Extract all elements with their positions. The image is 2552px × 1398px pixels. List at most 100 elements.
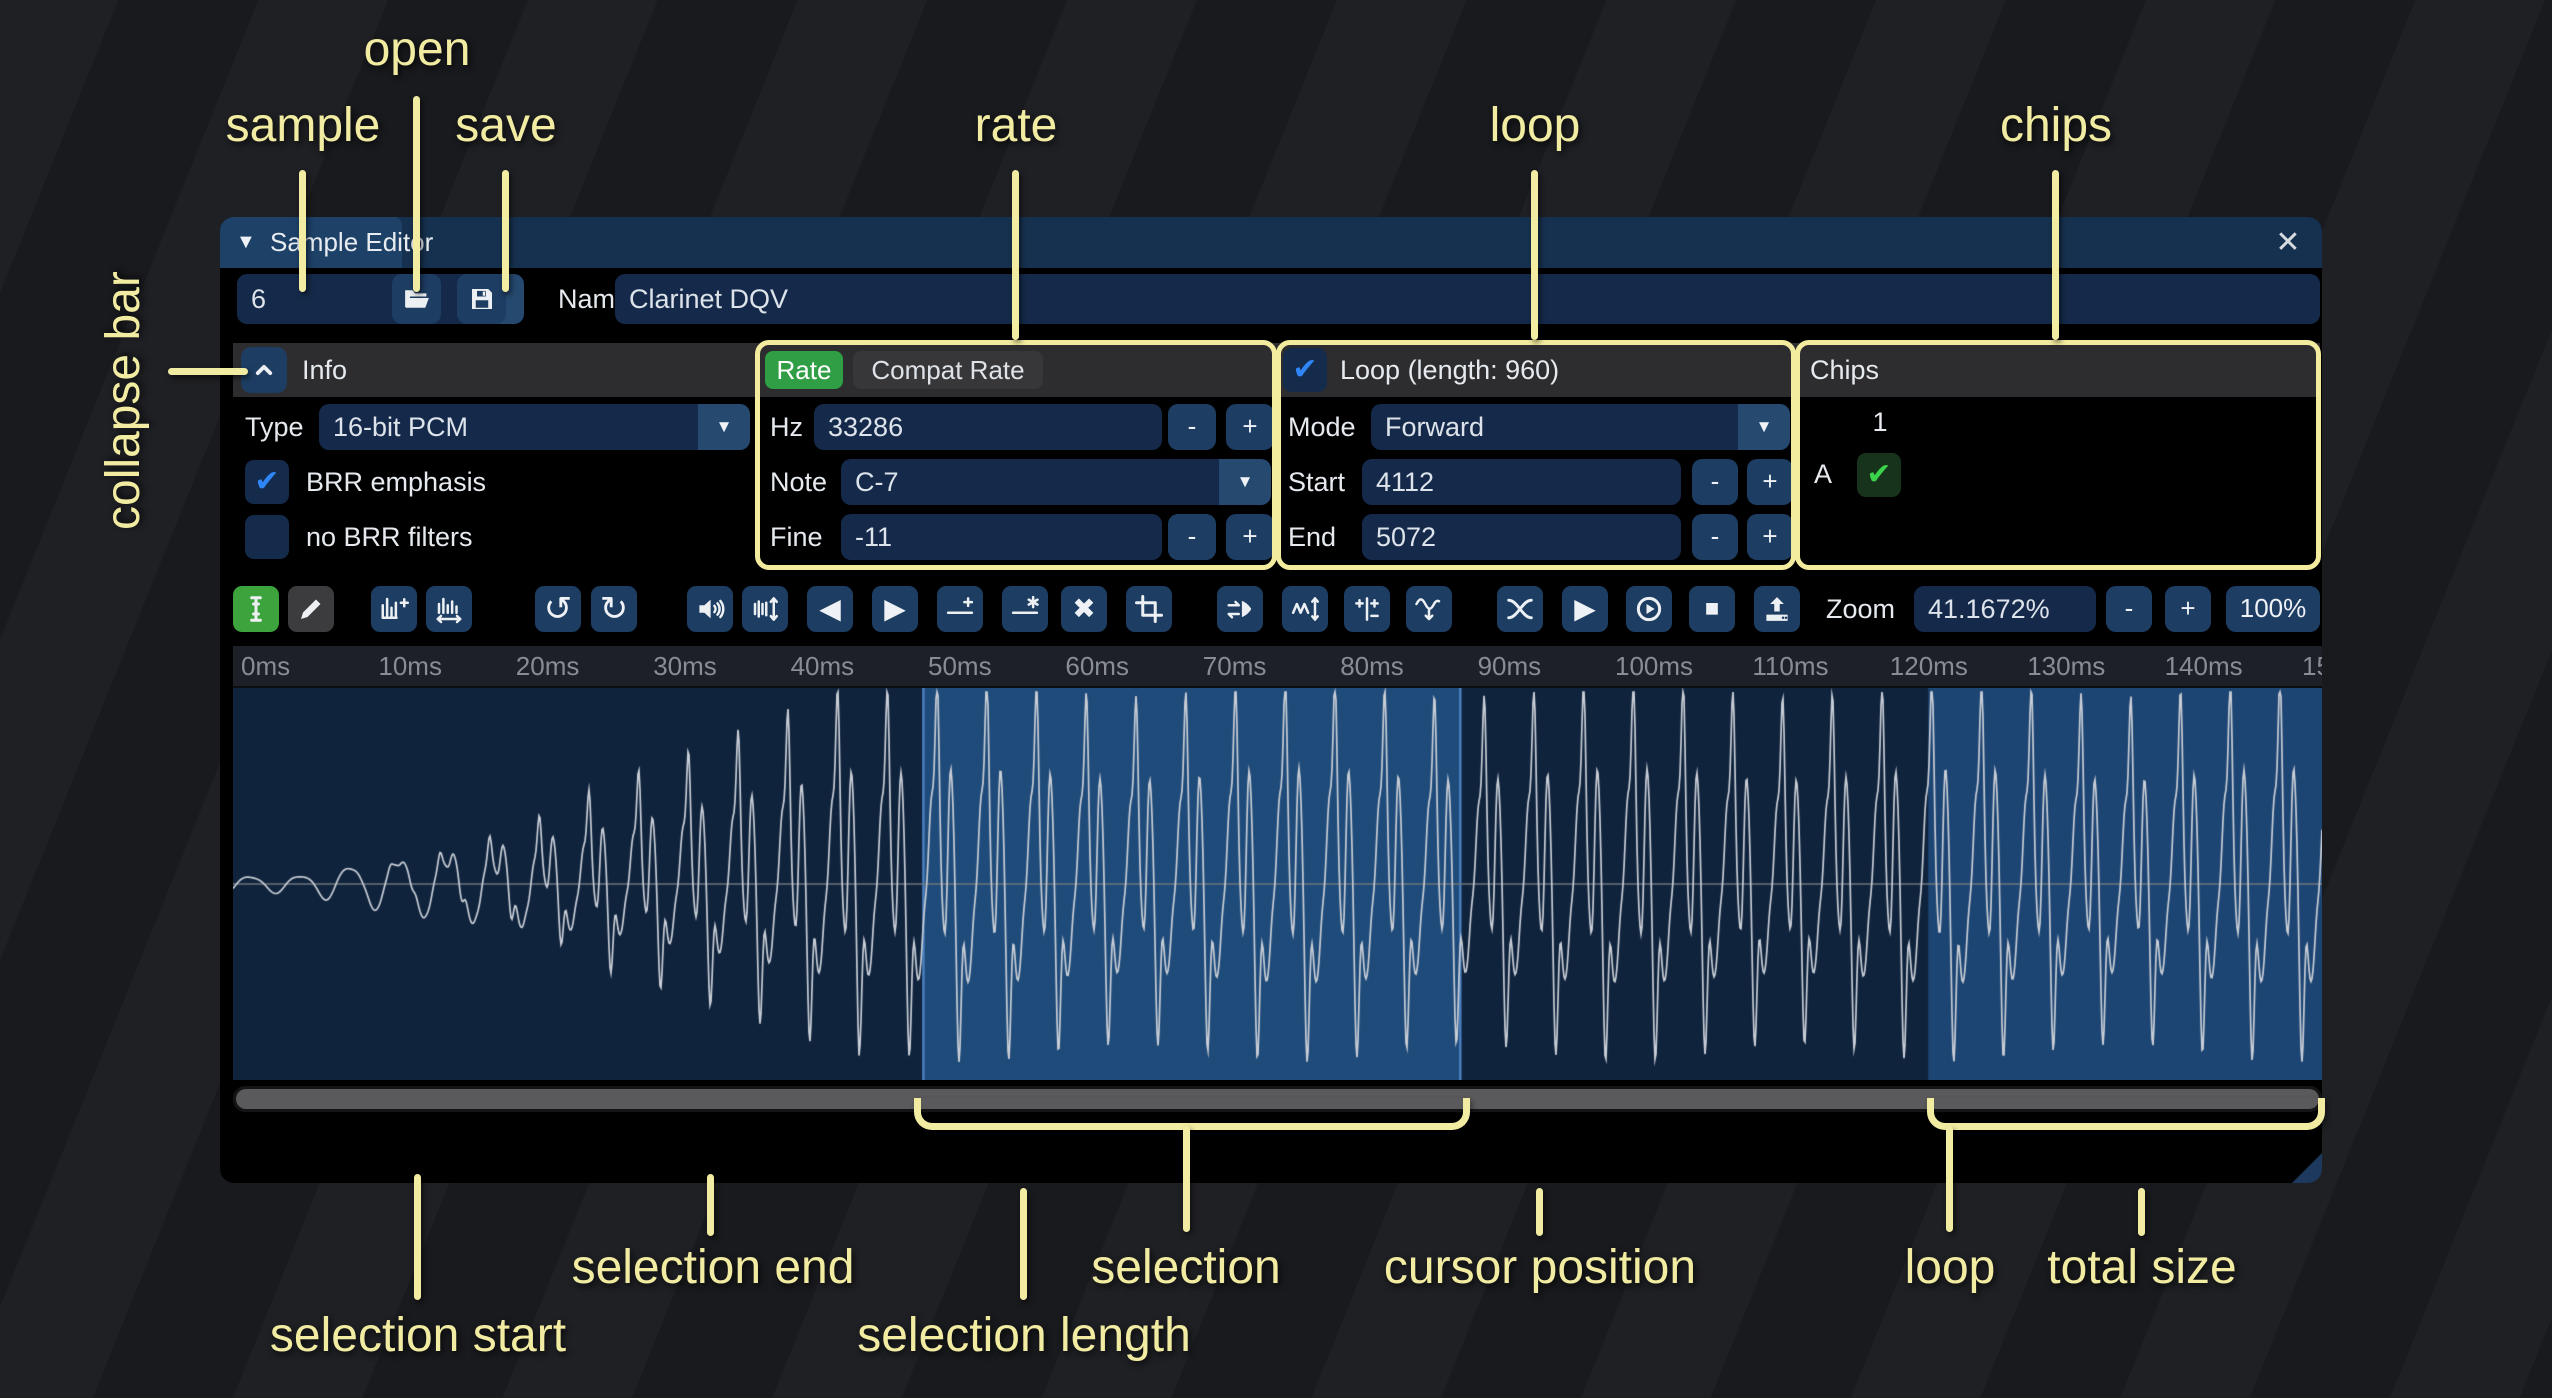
fade-in-button[interactable]: ◀ [807,586,853,632]
invert-button[interactable] [1282,586,1328,632]
filter-button[interactable] [1406,586,1452,632]
tool-draw-button[interactable] [288,586,334,632]
waveform-invert-icon [1290,594,1320,624]
type-value: 16-bit PCM [333,412,468,442]
chip-row-label: A [1808,451,1838,497]
waveform-canvas[interactable] [233,688,2322,1080]
zoom-value: 41.1672% [1928,594,2050,624]
ruler-label: 130ms [2027,646,2105,686]
redo-button[interactable]: ↻ [591,586,637,632]
annotation-line-selection [1183,1126,1190,1232]
annotation-line-cursor [1536,1188,1543,1236]
resize-grip[interactable] [2292,1153,2322,1183]
loop-end-plus-button[interactable]: + [1747,514,1793,560]
info-panel-title: Info [302,343,347,397]
fine-plus-button[interactable]: + [1226,514,1274,560]
resample-button[interactable] [426,586,472,632]
apply-silence-button[interactable] [1002,586,1048,632]
save-sample-button[interactable] [457,274,506,324]
loop-bracket [1927,1098,2325,1130]
reverse-button[interactable] [1217,586,1263,632]
stop-button[interactable]: ■ [1689,586,1735,632]
loop-start-input[interactable]: 4112 [1362,459,1681,505]
window-title: Sample Editor [270,217,433,268]
loop-mode-dropdown[interactable]: Forward ▼ [1371,404,1790,450]
brr-emphasis-checkbox[interactable]: ✔ [245,460,289,504]
stop-icon: ■ [1705,597,1720,621]
no-brr-filters-checkbox[interactable] [245,515,289,559]
note-value: C-7 [855,467,899,497]
chip-column-header: 1 [1850,399,1910,445]
chevron-down-icon[interactable]: ▼ [1219,459,1271,505]
title-bar[interactable]: ▼ Sample Editor ✕ [220,217,2322,268]
fade-out-button[interactable]: ▶ [872,586,918,632]
name-value: Clarinet DQV [629,284,788,314]
ruler-label: 120ms [1890,646,1968,686]
pencil-icon [296,594,326,624]
normalize-button[interactable] [742,586,788,632]
amplify-button[interactable] [687,586,733,632]
loop-start-minus-button[interactable]: - [1692,459,1738,505]
annotation-line-sample [299,170,306,292]
play-selection-button[interactable] [1626,586,1672,632]
insert-silence-button[interactable] [937,586,983,632]
delete-button[interactable]: ✖ [1061,586,1107,632]
hz-minus-button[interactable]: - [1168,404,1216,450]
resize-button[interactable] [371,586,417,632]
undo-button[interactable]: ↺ [535,586,581,632]
zoom-reset-button[interactable]: 100% [2226,586,2320,632]
ruler-label: 110ms [1752,646,1828,686]
chevron-down-icon[interactable]: ▼ [698,404,750,450]
ruler-label: 80ms [1340,646,1404,686]
annotation-rate: rate [975,98,1058,153]
zoom-input[interactable]: 41.1672% [1914,586,2096,632]
selection-bracket [914,1098,1470,1130]
play-button[interactable]: ▶ [1562,586,1608,632]
reverse-icon [1225,594,1255,624]
import-button[interactable] [1754,586,1800,632]
trim-button[interactable] [1126,586,1172,632]
rate-tab[interactable]: Rate [765,351,843,389]
sign-button[interactable] [1344,586,1390,632]
loop-end-minus-button[interactable]: - [1692,514,1738,560]
close-button[interactable]: ✕ [2268,217,2308,268]
annotation-cursor-position: cursor position [1384,1240,1696,1295]
sample-select-value: 6 [251,284,266,314]
annotation-selection-end: selection end [572,1240,855,1295]
crossfade-button[interactable] [1497,586,1543,632]
chevron-down-icon[interactable]: ▼ [1738,404,1790,450]
fine-input[interactable]: -11 [841,514,1162,560]
ruler-label: 40ms [791,646,855,686]
compat-rate-tab[interactable]: Compat Rate [853,351,1043,389]
annotation-line-total-size [2138,1188,2145,1236]
type-dropdown[interactable]: 16-bit PCM ▼ [319,404,750,450]
chevron-up-icon [249,355,279,385]
waveform-stretch-icon [434,594,464,624]
time-ruler: 0ms10ms20ms30ms40ms50ms60ms70ms80ms90ms1… [233,646,2322,688]
ruler-label: 100ms [1615,646,1693,686]
hz-input[interactable]: 33286 [814,404,1162,450]
annotation-line-chips [2052,170,2059,340]
note-dropdown[interactable]: C-7 ▼ [841,459,1271,505]
window-collapse-icon[interactable]: ▼ [236,217,256,268]
zoom-out-button[interactable]: - [2106,586,2152,632]
fine-minus-button[interactable]: - [1168,514,1216,560]
undo-icon: ↺ [544,592,573,626]
zoom-in-button[interactable]: + [2165,586,2211,632]
chip-enable-checkbox[interactable]: ✔ [1857,453,1901,497]
loop-start-plus-button[interactable]: + [1747,459,1793,505]
loop-end-input[interactable]: 5072 [1362,514,1681,560]
hz-plus-button[interactable]: + [1226,404,1274,450]
check-icon: ✔ [1292,353,1317,386]
tool-select-button[interactable] [233,586,279,632]
annotation-line-selection-length [1020,1188,1027,1300]
loop-enable-checkbox[interactable]: ✔ [1283,348,1327,392]
loop-end-label: End [1288,514,1336,560]
name-input[interactable]: Clarinet DQV [615,274,2320,324]
crop-icon [1134,594,1164,624]
annotation-line-open [413,96,420,292]
ruler-label: 10ms [378,646,442,686]
crossfade-icon [1505,594,1535,624]
fade-in-icon: ◀ [819,595,841,623]
annotation-loop-top: loop [1490,98,1581,153]
